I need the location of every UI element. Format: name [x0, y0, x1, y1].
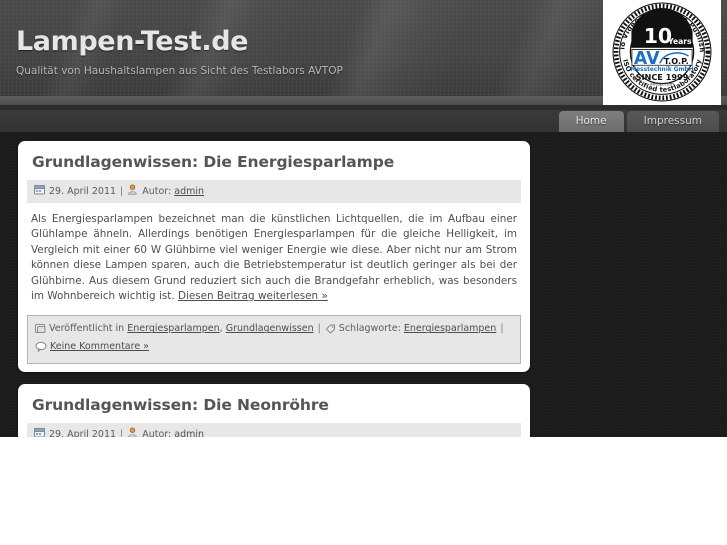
post-title: Grundlagenwissen: Die Neonröhre	[32, 396, 329, 415]
svg-text:T.O.P.: T.O.P.	[664, 56, 689, 66]
post-article: Grundlagenwissen: Die Neonröhre 29. Apri…	[18, 384, 530, 437]
site-title: Lampen-Test.de	[16, 26, 249, 57]
post-author-link[interactable]: admin	[174, 428, 204, 437]
tag-icon	[325, 323, 336, 339]
tag-label: Schlagworte:	[338, 323, 401, 335]
site-header: Lampen-Test.de Qualität von Haushaltslam…	[0, 0, 727, 111]
calendar-icon	[34, 427, 45, 437]
comments-link[interactable]: Keine Kommentare »	[50, 341, 149, 352]
content-area: Grundlagenwissen: Die Energiesparlampe 2…	[18, 141, 530, 437]
nav-item-impressum[interactable]: Impressum	[626, 110, 719, 132]
category-link-grundlagenwissen[interactable]: Grundlagenwissen	[226, 323, 314, 334]
calendar-icon	[34, 184, 45, 199]
post-footer-meta: Veröffentlicht in Energiesparlampen, Gru…	[27, 315, 521, 365]
svg-text:avtop.com: avtop.com	[650, 82, 675, 88]
post-author-label: Autor:	[142, 429, 172, 437]
certification-badge: Audio Video Test Online Publishing ISO c…	[603, 0, 721, 110]
page-root: Lampen-Test.de Qualität von Haushaltslam…	[0, 0, 727, 437]
read-more-link[interactable]: Diesen Beitrag weiterlesen »	[178, 290, 328, 302]
tag-link-energiesparlampen[interactable]: Energiesparlampen	[404, 323, 496, 334]
category-link-energiesparlampen[interactable]: Energiesparlampen	[127, 323, 219, 334]
post-article: Grundlagenwissen: Die Energiesparlampe 2…	[18, 141, 530, 373]
meta-separator: |	[120, 429, 124, 437]
post-body: Als Energiesparlampen bezeichnet man die…	[18, 203, 530, 308]
post-meta: 29. April 2011 | Autor: admin	[27, 423, 521, 437]
post-date: 29. April 2011	[49, 429, 117, 437]
footer-separator-2: |	[500, 323, 504, 335]
user-icon	[127, 427, 138, 437]
site-tagline: Qualität von Haushaltslampen aus Sicht d…	[16, 65, 343, 77]
nav-item-home[interactable]: Home	[558, 110, 624, 132]
comment-icon	[35, 341, 47, 357]
svg-text:SINCE 1999: SINCE 1999	[636, 72, 689, 82]
post-title: Grundlagenwissen: Die Energiesparlampe	[32, 153, 395, 171]
post-author-link[interactable]: admin	[174, 185, 204, 198]
post-date: 29. April 2011	[49, 186, 117, 197]
svg-text:Years: Years	[667, 37, 692, 46]
avtop-certification-seal: Audio Video Test Online Publishing ISO c…	[611, 1, 712, 102]
footer-separator-1: |	[317, 323, 321, 335]
post-body-text: Als Energiesparlampen bezeichnet man die…	[31, 213, 517, 303]
meta-separator: |	[120, 186, 124, 197]
user-icon	[127, 184, 138, 199]
svg-text:AV: AV	[634, 49, 660, 69]
post-meta: 29. April 2011 | Autor: admin	[27, 180, 521, 203]
post-author-label: Autor:	[142, 186, 172, 197]
category-label: Veröffentlicht in	[49, 323, 125, 335]
main-navigation[interactable]: Home Impressum	[0, 110, 727, 132]
folder-icon	[35, 323, 46, 339]
